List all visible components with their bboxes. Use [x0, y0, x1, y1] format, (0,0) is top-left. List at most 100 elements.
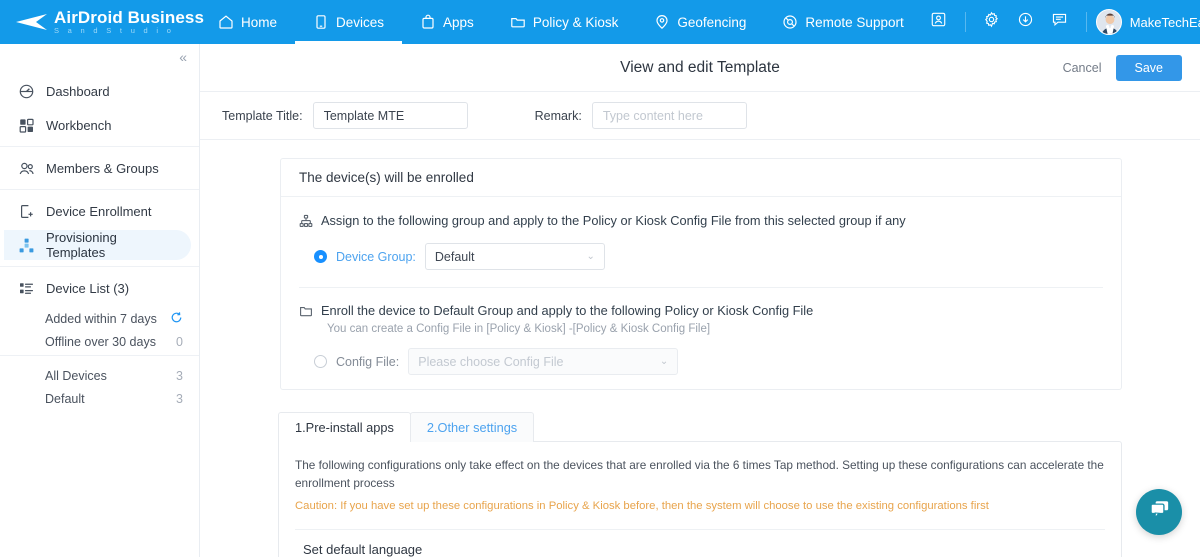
config-section-note: You can create a Config File in [Policy … — [327, 323, 711, 335]
sidebar-subitem-all-devices[interactable]: All Devices 3 — [0, 364, 199, 387]
sidebar-group-device-list: Device List (3) Added within 7 days Offl… — [0, 267, 199, 356]
tab-pre-install-apps[interactable]: 1.Pre-install apps — [278, 412, 411, 442]
sidebar-group-members: Members & Groups — [0, 147, 199, 190]
sidebar-subitem-added-within-7-days[interactable]: Added within 7 days — [0, 307, 199, 330]
messages-button[interactable] — [1043, 5, 1077, 39]
sidebar-item-dashboard-label: Dashboard — [46, 83, 110, 99]
geofence-pin-icon — [654, 14, 670, 30]
enrollment-card: The device(s) will be enrolled Assign to… — [280, 158, 1122, 390]
sidebar-subitem-all-devices-count: 3 — [176, 368, 183, 383]
sidebar-item-members-groups[interactable]: Members & Groups — [4, 153, 191, 183]
message-icon — [1051, 11, 1068, 33]
sidebar-item-workbench[interactable]: Workbench — [4, 110, 191, 140]
device-group-select[interactable]: Default ⌄ — [424, 243, 605, 270]
settings-tabs: 1.Pre-install apps 2.Other settings — [278, 412, 1122, 442]
top-navigation-bar: AirDroid Business S a n d S t u d i o Ho… — [0, 0, 1200, 44]
sidebar-subitem-offline-over-30-days[interactable]: Offline over 30 days 0 — [0, 330, 199, 353]
config-section-title: Enroll the device to Default Group and a… — [321, 303, 814, 318]
page-header: View and edit Template Cancel Save — [200, 44, 1200, 92]
sidebar-item-device-enrollment-label: Device Enrollment — [46, 203, 152, 219]
sidebar-item-dashboard[interactable]: Dashboard — [4, 76, 191, 106]
nav-item-policy-kiosk[interactable]: Policy & Kiosk — [492, 0, 637, 44]
lifebuoy-icon — [782, 14, 798, 30]
section-divider — [299, 287, 1103, 288]
sidebar-item-members-groups-label: Members & Groups — [46, 160, 159, 176]
main-content: View and edit Template Cancel Save Templ… — [200, 44, 1200, 557]
cancel-button[interactable]: Cancel — [1061, 57, 1104, 79]
nav-divider — [964, 12, 966, 32]
nav-item-home-label: Home — [241, 14, 278, 30]
config-file-select-placeholder: Please choose Config File — [418, 354, 564, 369]
tab-panel-divider — [295, 529, 1105, 531]
config-file-radio[interactable] — [314, 355, 327, 368]
config-section-title-row: Enroll the device to Default Group and a… — [299, 303, 1103, 318]
nav-item-policy-kiosk-label: Policy & Kiosk — [532, 14, 619, 30]
device-group-select-value: Default — [434, 249, 475, 264]
set-default-language-heading: Set default language — [303, 542, 423, 557]
sidebar-item-device-list[interactable]: Device List (3) — [4, 273, 191, 303]
template-meta-bar: Template Title: Remark: — [200, 92, 1200, 140]
group-section-title: Assign to the following group and apply … — [321, 213, 906, 228]
nav-item-devices-label: Devices — [336, 14, 385, 30]
nav-item-devices[interactable]: Devices — [295, 0, 403, 44]
sidebar-item-provisioning-templates[interactable]: Provisioning Templates — [4, 230, 191, 260]
chevrons-left-icon: « — [179, 49, 187, 65]
gear-icon — [983, 11, 1000, 33]
tab-other-settings-label: 2.Other settings — [426, 420, 518, 435]
username-label: MakeTechEasier — [1129, 14, 1200, 30]
apps-icon — [420, 14, 436, 30]
sidebar-subitem-offline-over-30-days-count: 0 — [176, 334, 183, 349]
chevron-down-icon: ⌄ — [659, 355, 669, 367]
brand-logo[interactable]: AirDroid Business S a n d S t u d i o — [0, 0, 204, 44]
device-group-radio[interactable] — [314, 250, 327, 263]
settings-scroll-area: The device(s) will be enrolled Assign to… — [200, 140, 1200, 557]
sidebar-subitem-default[interactable]: Default 3 — [0, 387, 199, 410]
nav-item-geofencing[interactable]: Geofencing — [636, 0, 764, 44]
tab-other-settings[interactable]: 2.Other settings — [409, 412, 535, 442]
airdroid-arrow-logo-icon — [14, 12, 48, 32]
brand-subtitle: S a n d S t u d i o — [54, 26, 175, 36]
primary-nav: Home Devices Apps Policy & Kiosk Geofenc… — [200, 0, 922, 44]
remark-input[interactable] — [591, 102, 747, 129]
avatar[interactable] — [1095, 9, 1122, 35]
sidebar-collapse-button[interactable]: « — [0, 44, 199, 70]
org-tree-icon — [299, 214, 313, 228]
nav-item-apps-label: Apps — [443, 14, 474, 30]
device-icon — [313, 14, 329, 30]
tab-panel-caution: Caution: If you have set up these config… — [295, 500, 989, 513]
template-title-input[interactable] — [312, 102, 468, 129]
support-agent-button[interactable] — [922, 5, 956, 39]
config-file-row: Config File: Please choose Config File ⌄ — [299, 348, 1103, 375]
settings-button[interactable] — [975, 5, 1009, 39]
device-group-label: Device Group: — [336, 249, 416, 264]
sidebar-subitem-offline-over-30-days-label: Offline over 30 days — [45, 334, 156, 349]
sidebar-subitem-default-count: 3 — [176, 391, 183, 406]
workbench-icon — [18, 117, 35, 134]
nav-item-geofencing-label: Geofencing — [677, 14, 747, 30]
download-button[interactable] — [1009, 5, 1043, 39]
page-header-actions: Cancel Save — [1061, 54, 1182, 81]
members-icon — [18, 160, 35, 177]
sidebar-group-general: Dashboard Workbench — [0, 70, 199, 147]
enrollment-card-body: Assign to the following group and apply … — [281, 197, 1121, 389]
nav-item-remote-support[interactable]: Remote Support — [764, 0, 921, 44]
brand-title: AirDroid Business — [54, 8, 205, 28]
tab-panel-note: The following configurations only take e… — [295, 458, 1104, 490]
chevron-down-icon: ⌄ — [586, 250, 595, 262]
nav-item-apps[interactable]: Apps — [402, 0, 492, 44]
dashboard-icon — [18, 83, 35, 100]
folder-outline-icon — [299, 304, 313, 318]
sidebar-item-workbench-label: Workbench — [46, 117, 112, 133]
save-button[interactable]: Save — [1115, 54, 1182, 81]
sidebar-item-device-list-label: Device List (3) — [46, 280, 130, 296]
tab-pre-install-apps-label: 1.Pre-install apps — [295, 420, 394, 435]
sync-icon[interactable] — [170, 311, 183, 327]
sidebar-item-device-enrollment[interactable]: Device Enrollment — [4, 196, 191, 226]
sidebar-group-groups: All Devices 3 Default 3 — [0, 356, 199, 412]
template-title-label: Template Title: — [222, 108, 303, 123]
sidebar-subitem-default-label: Default — [45, 391, 85, 406]
config-file-select[interactable]: Please choose Config File ⌄ — [408, 348, 679, 375]
settings-tabs-card: 1.Pre-install apps 2.Other settings The … — [278, 412, 1122, 557]
chat-support-button[interactable] — [1136, 489, 1182, 535]
nav-item-home[interactable]: Home — [200, 0, 295, 44]
